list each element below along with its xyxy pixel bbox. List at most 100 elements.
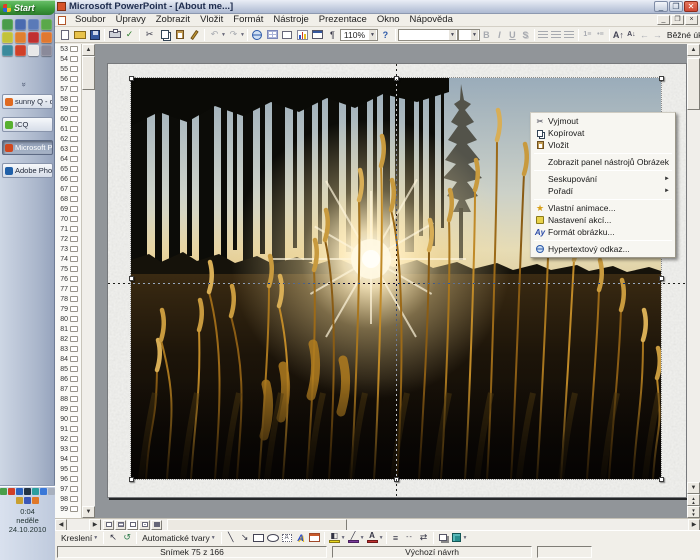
outline-slide-row[interactable]: 91 [55, 424, 81, 434]
bullets-button[interactable]: •≡ [594, 28, 607, 41]
outline-slide-row[interactable]: 99 [55, 504, 81, 514]
text-box-button[interactable]: A [280, 531, 294, 544]
selection-handle[interactable] [659, 477, 664, 482]
hyperlink-button[interactable] [250, 28, 265, 42]
context-menu-item-action-settings[interactable]: Nastavení akcí... [532, 214, 674, 226]
outline-slide-row[interactable]: 60 [55, 114, 81, 124]
outline-slide-row[interactable]: 75 [55, 264, 81, 274]
text-shadow-button[interactable]: S [519, 28, 532, 41]
scroll-down-icon[interactable]: ▼ [687, 482, 700, 494]
outline-slide-row[interactable]: 61 [55, 124, 81, 134]
outline-slide-row[interactable]: 54 [55, 54, 81, 64]
outline-slide-row[interactable]: 73 [55, 244, 81, 254]
demote-button[interactable]: → [651, 28, 664, 41]
autoshapes-button[interactable]: Automatické tvary▼ [139, 533, 219, 543]
font-size-select[interactable]: ▼ [458, 29, 480, 41]
normal-view-button[interactable] [103, 520, 114, 530]
outline-slide-row[interactable]: 70 [55, 214, 81, 224]
numbering-button[interactable]: 1≡ [581, 28, 594, 41]
tray-icon-2[interactable] [8, 488, 15, 495]
tray-icon-3[interactable] [16, 488, 23, 495]
arrow-tool-button[interactable]: ↘ [238, 531, 252, 544]
quick-launch-10-icon[interactable] [15, 45, 26, 56]
outline-slide-row[interactable]: 58 [55, 94, 81, 104]
outline-slide-row[interactable]: 65 [55, 164, 81, 174]
quick-launch-12-icon[interactable] [41, 45, 52, 56]
selection-handle[interactable] [129, 477, 134, 482]
outline-slide-row[interactable]: 89 [55, 404, 81, 414]
redo-button[interactable]: ↷ [226, 28, 241, 42]
selection-handle[interactable] [394, 477, 399, 482]
context-menu-item-hyperlink[interactable]: Hypertextový odkaz... [532, 243, 674, 255]
copy-button[interactable] [157, 28, 172, 42]
outline-slide-row[interactable]: 79 [55, 304, 81, 314]
child-close-button[interactable]: × [685, 15, 698, 25]
menu-nastroje[interactable]: Nástroje [268, 14, 313, 26]
quick-launch-1-icon[interactable] [2, 19, 13, 30]
hscroll-thumb[interactable] [167, 519, 347, 531]
quick-launch-5-icon[interactable] [2, 32, 13, 43]
new-button[interactable] [57, 28, 72, 42]
oval-tool-button[interactable] [266, 531, 280, 544]
outline-slide-row[interactable]: 67 [55, 184, 81, 194]
scroll-right-icon[interactable]: ▶ [688, 519, 700, 531]
tray-icon-2[interactable] [24, 497, 31, 504]
wordart-button[interactable]: A [294, 531, 308, 544]
spelling-button[interactable]: ✓ [122, 28, 137, 42]
common-tasks-button[interactable]: Běžné úkoly▼ [664, 28, 700, 41]
taskbar-button-powerpoint[interactable]: Microsoft P... [2, 140, 53, 155]
outline-slide-row[interactable]: 86 [55, 374, 81, 384]
menu-napoveda[interactable]: Nápověda [405, 14, 458, 26]
outline-slide-row[interactable]: 78 [55, 294, 81, 304]
print-button[interactable] [107, 28, 122, 42]
outline-slide-row[interactable]: 53 [55, 44, 81, 54]
quick-launch-4-icon[interactable] [41, 19, 52, 30]
tray-icon-1[interactable] [0, 488, 7, 495]
outline-slide-row[interactable]: 59 [55, 104, 81, 114]
dash-style-button[interactable]: -- [403, 531, 417, 544]
child-restore-button[interactable]: ❐ [671, 15, 684, 25]
italic-button[interactable]: I [493, 28, 506, 41]
outline-view-button[interactable] [115, 520, 126, 530]
quick-launch-2-icon[interactable] [15, 19, 26, 30]
scroll-thumb[interactable] [687, 58, 700, 110]
selection-handle[interactable] [129, 76, 134, 81]
line-style-button[interactable]: ≡ [389, 531, 403, 544]
format-painter-button[interactable] [187, 28, 202, 42]
scroll-down-icon[interactable]: ▼ [82, 506, 95, 518]
selection-handle[interactable] [659, 276, 664, 281]
outline-slide-row[interactable]: 92 [55, 434, 81, 444]
increase-font-button[interactable]: A↑ [612, 28, 625, 41]
taskbar-button-icq[interactable]: ICQ [2, 117, 53, 132]
insert-chart-button[interactable] [295, 28, 310, 42]
outline-scroll-left-icon[interactable]: ◀ [55, 519, 67, 531]
slide-view-button[interactable] [127, 520, 138, 530]
outline-slide-row[interactable]: 82 [55, 334, 81, 344]
tray-icon-3[interactable] [32, 497, 39, 504]
quick-launch-8-icon[interactable] [41, 32, 52, 43]
context-menu-item-copy[interactable]: Kopírovat [532, 127, 674, 139]
show-formatting-button[interactable]: ¶ [325, 28, 340, 42]
restore-button[interactable]: ❐ [669, 1, 683, 12]
open-button[interactable] [72, 28, 87, 42]
shadow-button[interactable] [436, 531, 450, 544]
help-button[interactable]: ? [378, 28, 393, 42]
bold-button[interactable]: B [480, 28, 493, 41]
context-menu-item-paste[interactable]: Vložit [532, 139, 674, 151]
taskbar-button-sunny[interactable]: sunny Q - c... [2, 94, 53, 109]
align-left-button[interactable] [537, 28, 550, 41]
quick-launch-11-icon[interactable] [28, 45, 39, 56]
outline-slide-row[interactable]: 62 [55, 134, 81, 144]
3d-button[interactable] [450, 531, 464, 544]
start-button[interactable]: Start [0, 0, 55, 15]
decrease-font-button[interactable]: A↓ [625, 28, 638, 41]
quick-launch-9-icon[interactable] [2, 45, 13, 56]
quick-launch-7-icon[interactable] [28, 32, 39, 43]
scroll-up-icon[interactable]: ▲ [82, 44, 95, 56]
3d-dropdown-icon[interactable]: ▼ [463, 535, 468, 541]
outline-slide-row[interactable]: 76 [55, 274, 81, 284]
outline-hscroll-track[interactable] [67, 519, 89, 531]
line-color-button[interactable]: ╱ [346, 531, 361, 544]
tray-icon-4[interactable] [24, 488, 31, 495]
outline-scroll-right-icon[interactable]: ▶ [89, 519, 101, 531]
